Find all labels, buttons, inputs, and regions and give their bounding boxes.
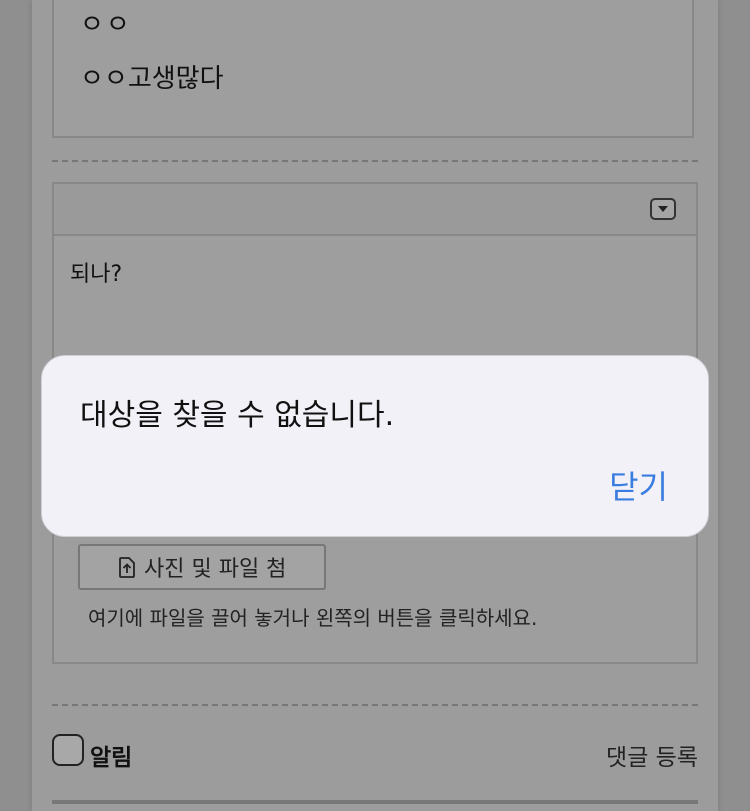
dialog-message: 대상을 찾을 수 없습니다. — [80, 398, 395, 433]
modal-overlay: 대상을 찾을 수 없습니다. 닫기 — [0, 0, 750, 811]
alert-dialog: 대상을 찾을 수 없습니다. 닫기 — [41, 355, 709, 537]
dialog-close-button[interactable]: 닫기 — [609, 462, 668, 508]
